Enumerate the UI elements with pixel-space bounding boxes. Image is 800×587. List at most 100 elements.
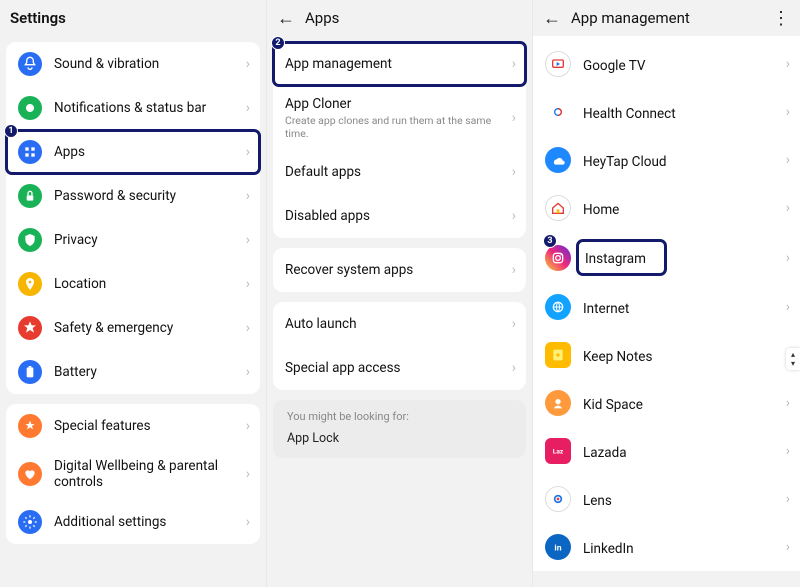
chevron-right-icon: › bbox=[246, 188, 250, 204]
app-row[interactable]: inLinkedIn› bbox=[533, 523, 800, 571]
apps-group-3: Auto launch›Special app access› bbox=[273, 302, 526, 390]
apps-row[interactable]: Auto launch› bbox=[273, 302, 526, 346]
row-sub: Create app clones and run them at the sa… bbox=[285, 114, 500, 140]
app-label-wrap: Instagram bbox=[579, 242, 664, 273]
settings-row[interactable]: Digital Wellbeing & parental controls› bbox=[6, 448, 260, 500]
label-wrap: Default apps bbox=[285, 164, 500, 180]
row-label: Disabled apps bbox=[285, 208, 500, 224]
settings-row[interactable]: Sound & vibration› bbox=[6, 42, 260, 86]
app-label-wrap: Internet bbox=[583, 298, 629, 317]
label-wrap: Privacy bbox=[54, 232, 234, 248]
hint-item[interactable]: App Lock bbox=[273, 427, 526, 458]
settings-row[interactable]: Location› bbox=[6, 262, 260, 306]
apps-row[interactable]: Recover system apps› bbox=[273, 248, 526, 292]
more-icon[interactable]: ⋮ bbox=[772, 8, 790, 29]
label-wrap: Auto launch bbox=[285, 316, 500, 332]
row-label: Digital Wellbeing & parental controls bbox=[54, 458, 234, 490]
apps-group-2: Recover system apps› bbox=[273, 248, 526, 292]
label-wrap: Safety & emergency bbox=[54, 320, 234, 336]
chevron-right-icon: › bbox=[246, 364, 250, 380]
settings-row[interactable]: Battery› bbox=[6, 350, 260, 394]
panel-settings: Settings Sound & vibration›Notifications… bbox=[0, 0, 266, 587]
panel-apps: ← Apps 2App management›App ClonerCreate … bbox=[266, 0, 532, 587]
label-wrap: Apps bbox=[54, 144, 234, 160]
label-wrap: Special features bbox=[54, 418, 234, 434]
apps-row[interactable]: Default apps › bbox=[273, 150, 526, 194]
app-label: HeyTap Cloud bbox=[583, 154, 667, 170]
app-row[interactable]: Kid Space› bbox=[533, 379, 800, 427]
battery-icon bbox=[18, 360, 42, 384]
app-label: Health Connect bbox=[583, 106, 676, 122]
apps-scroll: 2App management›App ClonerCreate app clo… bbox=[267, 36, 532, 587]
app-label: Home bbox=[583, 202, 619, 218]
apps-row[interactable]: 2App management› bbox=[273, 42, 526, 86]
chevron-right-icon: › bbox=[246, 418, 250, 434]
settings-row[interactable]: Special features › bbox=[6, 404, 260, 448]
row-label: Additional settings bbox=[54, 514, 234, 530]
tv-icon bbox=[545, 51, 571, 77]
settings-row[interactable]: Notifications & status bar› bbox=[6, 86, 260, 130]
row-label: Auto launch bbox=[285, 316, 500, 332]
chevron-right-icon: › bbox=[786, 539, 790, 555]
settings-scroll: Sound & vibration›Notifications & status… bbox=[0, 36, 266, 587]
settings-row[interactable]: Safety & emergency› bbox=[6, 306, 260, 350]
settings-group-2: Special features › Digital Wellbeing & par… bbox=[6, 404, 260, 544]
heart-icon bbox=[18, 462, 42, 486]
app-row[interactable]: HeyTap Cloud› bbox=[533, 136, 800, 184]
app-row[interactable]: Keep Notes› bbox=[533, 331, 800, 379]
home-icon bbox=[545, 195, 571, 221]
app-label-wrap: HeyTap Cloud bbox=[583, 151, 667, 170]
app-label: Keep Notes bbox=[583, 349, 652, 365]
kid-icon bbox=[545, 390, 571, 416]
app-row[interactable]: LazLazada› bbox=[533, 427, 800, 475]
app-label: LinkedIn bbox=[583, 541, 634, 557]
app-row[interactable]: Google TV› bbox=[533, 40, 800, 88]
chevron-right-icon: › bbox=[512, 164, 516, 180]
globe-icon bbox=[545, 294, 571, 320]
app-label: Kid Space bbox=[583, 397, 643, 413]
label-wrap: Disabled apps bbox=[285, 208, 500, 224]
header-settings: Settings bbox=[0, 0, 266, 36]
chevron-right-icon: › bbox=[246, 56, 250, 72]
apps-row[interactable]: Special app access› bbox=[273, 346, 526, 390]
app-list: Google TV›Health Connect›HeyTap Cloud›Ho… bbox=[533, 36, 800, 571]
chevron-right-icon: › bbox=[786, 200, 790, 216]
settings-row[interactable]: Password & security› bbox=[6, 174, 260, 218]
shield-icon bbox=[18, 228, 42, 252]
apps-hint-card: You might be looking for: App Lock bbox=[273, 400, 526, 458]
gear-icon bbox=[18, 510, 42, 534]
app-label-wrap: Google TV bbox=[583, 55, 645, 74]
app-label: Lazada bbox=[583, 445, 627, 461]
back-icon[interactable]: ← bbox=[543, 8, 561, 29]
note-icon bbox=[545, 342, 571, 368]
app-label: Instagram bbox=[585, 251, 646, 267]
settings-row[interactable]: Additional settings› bbox=[6, 500, 260, 544]
cloud-icon bbox=[545, 147, 571, 173]
app-row[interactable]: 3Instagram› bbox=[533, 232, 800, 283]
title-appmgmt: App management bbox=[571, 9, 690, 27]
chevron-right-icon: › bbox=[512, 110, 516, 126]
chevron-right-icon: › bbox=[512, 208, 516, 224]
pin-icon bbox=[18, 272, 42, 296]
label-wrap: Digital Wellbeing & parental controls bbox=[54, 458, 234, 490]
back-icon[interactable]: ← bbox=[277, 8, 295, 29]
chevron-right-icon: › bbox=[246, 144, 250, 160]
app-row[interactable]: Internet › bbox=[533, 283, 800, 331]
app-row[interactable]: Health Connect› bbox=[533, 88, 800, 136]
app-row[interactable]: Lens› bbox=[533, 475, 800, 523]
chevron-right-icon: › bbox=[246, 276, 250, 292]
step-badge: 2 bbox=[271, 36, 285, 50]
chevron-right-icon: › bbox=[786, 299, 790, 315]
app-label-wrap: Home bbox=[583, 199, 619, 218]
laz-icon: Laz bbox=[545, 438, 571, 464]
row-label: Default apps bbox=[285, 164, 500, 180]
apps-row[interactable]: Disabled apps › bbox=[273, 194, 526, 238]
ig-icon bbox=[545, 245, 571, 271]
settings-row[interactable]: 1Apps› bbox=[6, 130, 260, 174]
settings-row[interactable]: Privacy › bbox=[6, 218, 260, 262]
app-row[interactable]: Home › bbox=[533, 184, 800, 232]
chevron-right-icon: › bbox=[246, 232, 250, 248]
apps-row[interactable]: App ClonerCreate app clones and run them… bbox=[273, 86, 526, 150]
scroll-handle-icon[interactable]: ▴▾ bbox=[786, 348, 800, 370]
svg-text:Laz: Laz bbox=[553, 448, 564, 456]
